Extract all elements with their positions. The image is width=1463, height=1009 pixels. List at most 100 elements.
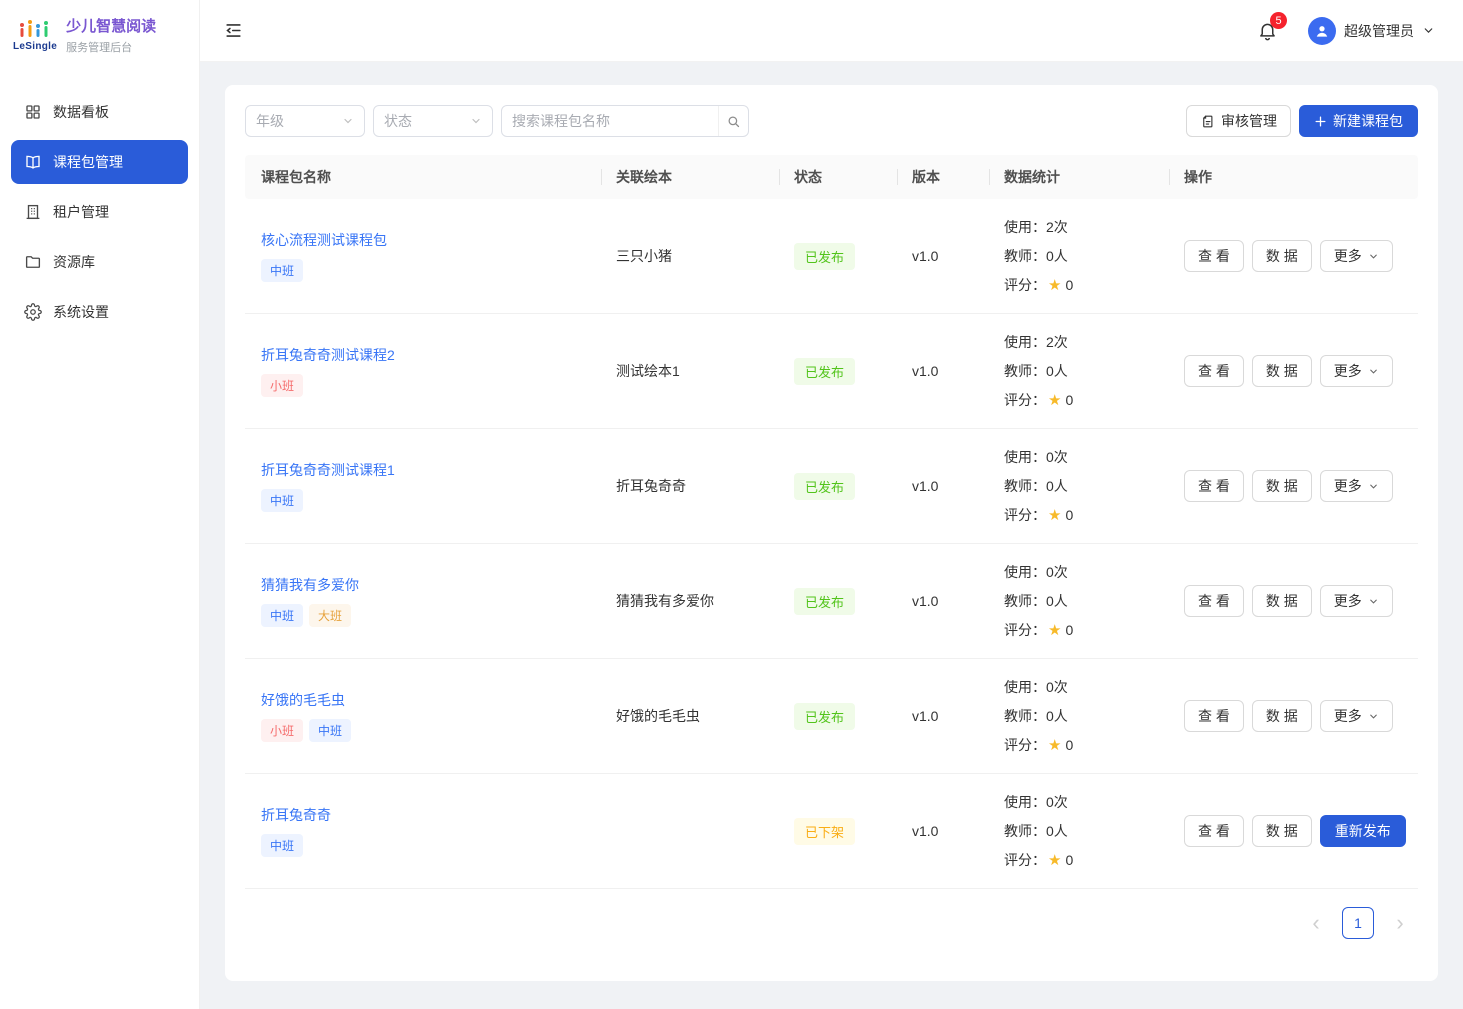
usage-stat: 使用：0次 <box>1004 792 1184 812</box>
package-name-link[interactable]: 折耳兔奇奇测试课程1 <box>261 460 395 480</box>
audit-icon <box>1200 114 1215 129</box>
teacher-label: 教师： <box>1004 476 1046 496</box>
sidebar-collapse-button[interactable] <box>224 21 243 40</box>
status-select[interactable]: 状态 <box>373 105 493 137</box>
table-row: 折耳兔奇奇 中班 已下架 v1.0 使用：0次 教师：0人 评分：★0 查 看数… <box>245 774 1418 889</box>
logo-text: 少儿智慧阅读 服务管理后台 <box>66 15 156 55</box>
grade-select[interactable]: 年级 <box>245 105 365 137</box>
status-badge: 已发布 <box>794 243 855 270</box>
package-name-link[interactable]: 好饿的毛毛虫 <box>261 690 345 710</box>
rating-stat: 评分：★0 <box>1004 275 1184 295</box>
package-name-link[interactable]: 核心流程测试课程包 <box>261 230 387 250</box>
data-button[interactable]: 数 据 <box>1252 240 1312 272</box>
row-actions: 查 看数 据更多 <box>1184 355 1418 387</box>
tag-list: 中班 <box>261 259 303 282</box>
chevron-down-icon <box>1368 711 1379 722</box>
filter-bar: 年级 状态 <box>245 105 1418 137</box>
data-button[interactable]: 数 据 <box>1252 815 1312 847</box>
package-name-link[interactable]: 折耳兔奇奇 <box>261 805 331 825</box>
tag-list: 中班 <box>261 834 303 857</box>
usage-label: 使用： <box>1004 217 1046 237</box>
create-package-button[interactable]: 新建课程包 <box>1299 105 1418 137</box>
row-actions: 查 看数 据更多 <box>1184 700 1418 732</box>
view-button[interactable]: 查 看 <box>1184 355 1244 387</box>
page-1-button[interactable]: 1 <box>1342 907 1374 939</box>
more-button[interactable]: 更多 <box>1320 470 1393 502</box>
user-menu[interactable]: 超级管理员 <box>1308 17 1435 45</box>
view-button[interactable]: 查 看 <box>1184 585 1244 617</box>
search-input[interactable] <box>502 113 718 129</box>
col-version: 版本 <box>912 167 1004 187</box>
package-name-link[interactable]: 猜猜我有多爱你 <box>261 575 359 595</box>
logo-icon: LeSingle <box>13 19 57 52</box>
table-row: 折耳兔奇奇测试课程2 小班 测试绘本1 已发布 v1.0 使用：2次 教师：0人… <box>245 314 1418 429</box>
version-cell: v1.0 <box>912 478 1004 494</box>
teacher-label: 教师： <box>1004 821 1046 841</box>
data-button[interactable]: 数 据 <box>1252 700 1312 732</box>
view-button[interactable]: 查 看 <box>1184 240 1244 272</box>
book-cell: 猜猜我有多爱你 <box>616 591 794 611</box>
review-management-button[interactable]: 审核管理 <box>1186 105 1291 137</box>
view-button[interactable]: 查 看 <box>1184 815 1244 847</box>
grade-select-value: 年级 <box>256 111 284 131</box>
data-button[interactable]: 数 据 <box>1252 585 1312 617</box>
grade-tag: 小班 <box>261 374 303 397</box>
usage-label: 使用： <box>1004 562 1046 582</box>
star-icon: ★ <box>1048 508 1061 523</box>
main-area: 5 超级管理员 年级 <box>200 0 1463 1009</box>
rating-value: 0 <box>1065 737 1073 753</box>
search-button[interactable] <box>718 106 748 136</box>
teacher-value: 0人 <box>1046 246 1068 266</box>
sidebar-item-resources[interactable]: 资源库 <box>11 240 188 284</box>
status-badge: 已发布 <box>794 703 855 730</box>
view-button[interactable]: 查 看 <box>1184 470 1244 502</box>
dashboard-icon <box>24 103 42 121</box>
tag-list: 小班中班 <box>261 719 351 742</box>
app-title: 少儿智慧阅读 <box>66 15 156 36</box>
more-button[interactable]: 更多 <box>1320 700 1393 732</box>
status-select-value: 状态 <box>384 111 412 131</box>
usage-stat: 使用：0次 <box>1004 447 1184 467</box>
chevron-down-icon <box>1368 366 1379 377</box>
package-name-cell: 折耳兔奇奇 中班 <box>261 805 616 857</box>
usage-value: 2次 <box>1046 332 1068 352</box>
next-page-button[interactable]: › <box>1384 907 1416 939</box>
usage-label: 使用： <box>1004 332 1046 352</box>
more-button[interactable]: 更多 <box>1320 355 1393 387</box>
view-button[interactable]: 查 看 <box>1184 700 1244 732</box>
sidebar: LeSingle 少儿智慧阅读 服务管理后台 数据看板 课程包管理 租户管理 <box>0 0 200 1009</box>
book-icon <box>24 153 42 171</box>
topbar: 5 超级管理员 <box>200 0 1463 62</box>
republish-button[interactable]: 重新发布 <box>1320 815 1406 847</box>
sidebar-item-tenants[interactable]: 租户管理 <box>11 190 188 234</box>
search-icon <box>726 114 741 129</box>
prev-page-button[interactable]: ‹ <box>1300 907 1332 939</box>
rating-label: 评分： <box>1004 390 1046 410</box>
package-name-link[interactable]: 折耳兔奇奇测试课程2 <box>261 345 395 365</box>
teacher-stat: 教师：0人 <box>1004 706 1184 726</box>
sidebar-item-label: 资源库 <box>53 252 95 272</box>
sidebar-item-label: 系统设置 <box>53 302 109 322</box>
rating-label: 评分： <box>1004 850 1046 870</box>
more-button[interactable]: 更多 <box>1320 240 1393 272</box>
usage-label: 使用： <box>1004 792 1046 812</box>
teacher-label: 教师： <box>1004 246 1046 266</box>
sidebar-item-course-packages[interactable]: 课程包管理 <box>11 140 188 184</box>
status-badge: 已发布 <box>794 588 855 615</box>
chevron-down-icon <box>342 115 354 127</box>
sidebar-item-settings[interactable]: 系统设置 <box>11 290 188 334</box>
book-cell: 测试绘本1 <box>616 361 794 381</box>
status-badge: 已下架 <box>794 818 855 845</box>
data-button[interactable]: 数 据 <box>1252 470 1312 502</box>
rating-label: 评分： <box>1004 505 1046 525</box>
more-button[interactable]: 更多 <box>1320 585 1393 617</box>
sidebar-item-dashboard[interactable]: 数据看板 <box>11 90 188 134</box>
data-button[interactable]: 数 据 <box>1252 355 1312 387</box>
table-row: 折耳兔奇奇测试课程1 中班 折耳兔奇奇 已发布 v1.0 使用：0次 教师：0人… <box>245 429 1418 544</box>
rating-stat: 评分：★0 <box>1004 850 1184 870</box>
avatar <box>1308 17 1336 45</box>
more-label: 更多 <box>1334 246 1362 266</box>
notifications-button[interactable]: 5 <box>1257 20 1278 41</box>
teacher-stat: 教师：0人 <box>1004 476 1184 496</box>
stats-cell: 使用：0次 教师：0人 评分：★0 <box>1004 792 1184 870</box>
